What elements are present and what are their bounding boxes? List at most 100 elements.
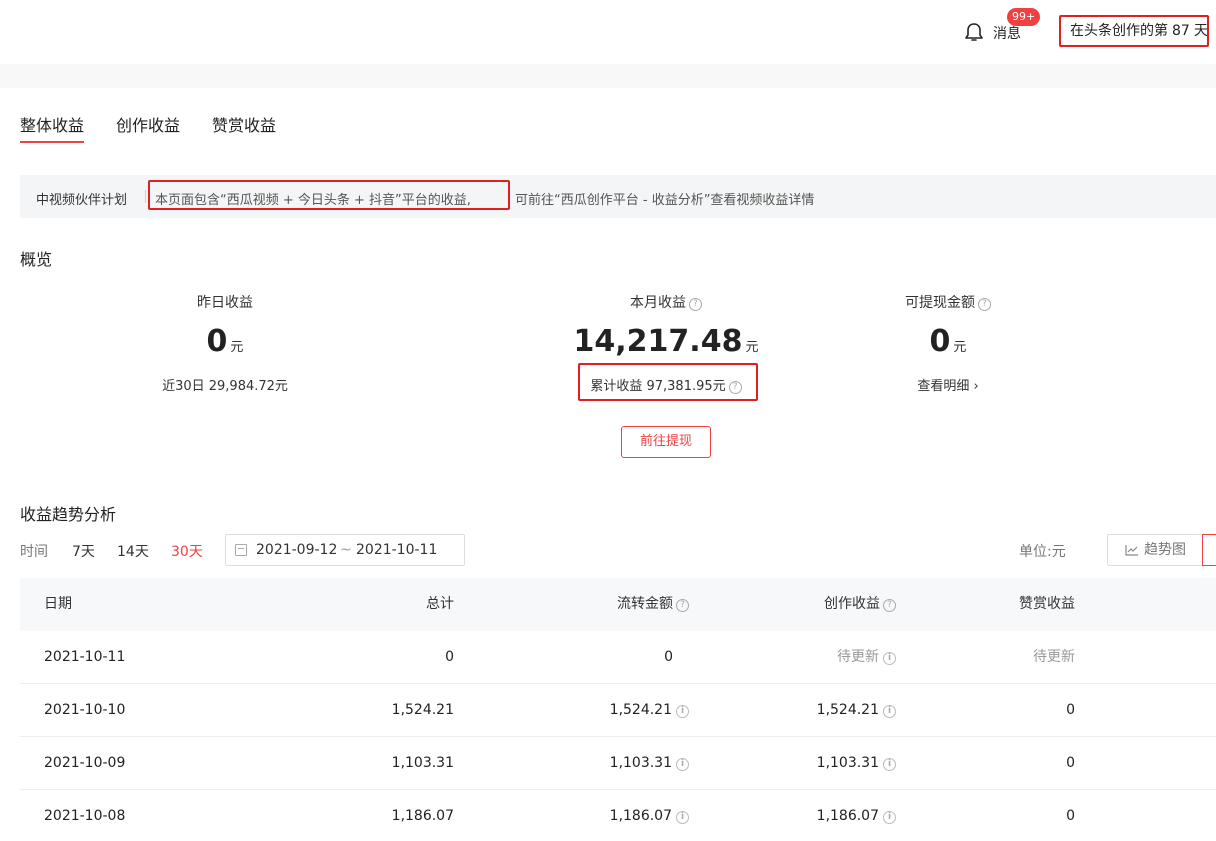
date-start: 2021-09-12	[256, 542, 338, 558]
overview-title: 概览	[20, 250, 53, 269]
help-icon[interactable]: ?	[676, 599, 689, 612]
month-income-value-row: 14,217.48 元	[566, 325, 766, 365]
row-total: 1,524.21	[391, 702, 454, 718]
withdrawable-unit: 元	[953, 340, 967, 355]
row-creation: 1,524.21 i	[817, 684, 896, 737]
withdrawable-label-row: 可提现金额?	[868, 292, 1028, 312]
help-icon[interactable]: ?	[689, 298, 702, 311]
table-row: 2021-10-09 1,103.31 1,103.31 i 1,103.31 i …	[20, 737, 1216, 790]
messages-label[interactable]: 消息	[993, 23, 1021, 43]
notice-bar: 中视频伙伴计划 本页面包含“西瓜视频 + 今日头条 + 抖音”平台的收益, 可前…	[20, 175, 1216, 218]
detail-view-button[interactable]	[1202, 534, 1216, 566]
yesterday-income-label: 昨日收益	[197, 295, 253, 311]
row-flow-value: 1,524.21	[609, 702, 672, 718]
creation-days-box: 在头条创作的第 87 天	[1059, 15, 1209, 47]
notice-link-text[interactable]: 可前往“西瓜创作平台 - 收益分析”查看视频收益详情	[515, 189, 814, 208]
row-flow: 0	[664, 649, 673, 665]
trend-chart-button[interactable]: 趋势图	[1107, 534, 1203, 566]
header-creation: 创作收益?	[824, 578, 896, 631]
header-creation-label: 创作收益	[824, 596, 880, 612]
cumulative-income-highlight-box	[578, 363, 758, 401]
row-flow-value: 1,186.07	[609, 808, 672, 824]
month-income-value: 14,217.48	[573, 324, 743, 359]
header-reward: 赞赏收益	[1019, 596, 1075, 612]
yesterday-income-card: 昨日收益 0元 近30日 29,984.72元	[145, 292, 305, 394]
top-bar: 消息 99+ 在头条创作的第 87 天	[0, 0, 1216, 64]
line-chart-icon	[1125, 545, 1138, 556]
date-range-picker[interactable]: 2021-09-12 ~ 2021-10-11	[225, 534, 465, 566]
creation-days-prefix: 在头条创作的第	[1070, 23, 1168, 39]
table-row: 2021-10-08 1,186.07 1,186.07 i 1,186.07 i …	[20, 790, 1216, 841]
table-header: 日期 总计 流转金额? 创作收益? 赞赏收益	[20, 578, 1216, 631]
header-total: 总计	[426, 596, 454, 612]
yesterday-income-value: 0	[206, 324, 228, 359]
income-table: 日期 总计 流转金额? 创作收益? 赞赏收益 2021-10-11 0 0 待更…	[20, 578, 1216, 841]
tab-creation-income[interactable]: 创作收益	[116, 112, 180, 136]
info-icon[interactable]: i	[883, 705, 896, 718]
range-30-days[interactable]: 30天	[171, 541, 203, 561]
header-date: 日期	[44, 596, 72, 612]
notice-tag: 中视频伙伴计划	[36, 193, 128, 208]
notice-divider	[145, 190, 146, 203]
row-reward: 0	[1066, 808, 1075, 824]
trend-title: 收益趋势分析	[20, 505, 117, 524]
row-creation-value: 1,524.21	[816, 702, 879, 718]
trend-chart-label: 趋势图	[1144, 542, 1186, 558]
help-icon[interactable]: ?	[978, 298, 991, 311]
table-row: 2021-10-11 0 0 待更新 i 待更新	[20, 631, 1216, 684]
table-row: 2021-10-10 1,524.21 1,524.21 i 1,524.21 i …	[20, 684, 1216, 737]
row-creation-value: 1,103.31	[816, 755, 879, 771]
withdrawable-label: 可提现金额	[905, 295, 975, 311]
row-creation-value: 1,186.07	[816, 808, 879, 824]
withdrawable-value: 0	[929, 324, 951, 359]
row-total: 1,186.07	[391, 808, 454, 824]
info-icon[interactable]: i	[883, 811, 896, 824]
info-icon[interactable]: i	[676, 811, 689, 824]
month-income-label-row: 本月收益?	[566, 292, 766, 312]
view-details-label: 查看明细	[917, 379, 970, 394]
row-creation: 1,186.07 i	[817, 790, 896, 841]
yesterday-income-unit: 元	[230, 340, 244, 355]
withdrawable-value-row: 0元	[868, 325, 1028, 365]
message-count-badge: 99+	[1007, 8, 1041, 26]
row-date: 2021-10-10	[44, 702, 126, 718]
bell-icon[interactable]	[963, 21, 985, 43]
row-flow-value: 1,103.31	[609, 755, 672, 771]
info-icon[interactable]: i	[676, 758, 689, 771]
last-30-days-income: 近30日 29,984.72元	[162, 379, 288, 394]
yesterday-income-value-row: 0元	[145, 325, 305, 365]
info-icon[interactable]: i	[883, 758, 896, 771]
active-tab-underline	[20, 141, 84, 143]
row-date: 2021-10-11	[44, 649, 126, 665]
info-icon[interactable]: i	[883, 652, 896, 665]
row-total: 1,103.31	[391, 755, 454, 771]
notice-highlight-text: 本页面包含“西瓜视频 + 今日头条 + 抖音”平台的收益,	[155, 193, 471, 208]
tab-overall-income[interactable]: 整体收益	[20, 112, 84, 136]
range-7-days[interactable]: 7天	[72, 541, 95, 561]
month-income-unit: 元	[745, 340, 759, 355]
row-flow: 1,103.31 i	[610, 737, 689, 790]
row-reward: 0	[1066, 702, 1075, 718]
withdrawable-card: 可提现金额? 0元 查看明细 ›	[868, 292, 1028, 394]
header-divider-band	[0, 64, 1216, 88]
header-flow: 流转金额?	[617, 578, 689, 631]
withdraw-button[interactable]: 前往提现	[621, 426, 711, 458]
view-details-link[interactable]: 查看明细 ›	[868, 375, 1028, 394]
calendar-icon	[235, 544, 247, 556]
creation-days-count: 87	[1172, 23, 1190, 39]
row-total: 0	[445, 649, 454, 665]
help-icon[interactable]: ?	[883, 599, 896, 612]
creation-days-suffix: 天	[1193, 23, 1208, 39]
tab-reward-income[interactable]: 赞赏收益	[212, 112, 276, 136]
row-flow: 1,524.21 i	[610, 684, 689, 737]
row-date: 2021-10-09	[44, 755, 126, 771]
month-income-label: 本月收益	[630, 295, 686, 311]
row-flow: 1,186.07 i	[610, 790, 689, 841]
range-14-days[interactable]: 14天	[117, 541, 149, 561]
row-creation: 1,103.31 i	[817, 737, 896, 790]
date-end: 2021-10-11	[356, 542, 438, 558]
info-icon[interactable]: i	[676, 705, 689, 718]
row-reward: 待更新	[1033, 649, 1075, 665]
time-filter-label: 时间	[20, 544, 48, 560]
row-creation-value: 待更新	[837, 649, 879, 665]
